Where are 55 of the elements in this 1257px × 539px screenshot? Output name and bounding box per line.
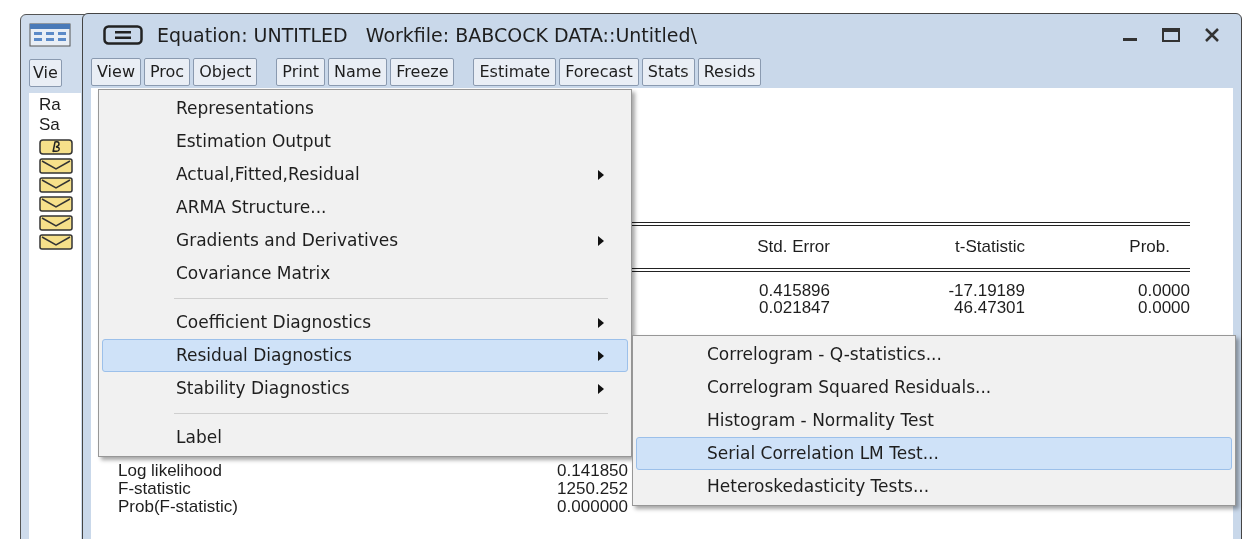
series-icon[interactable] xyxy=(39,196,73,212)
menu-item[interactable]: Estimation Output xyxy=(102,125,628,158)
toolbar-button[interactable]: Print xyxy=(276,58,326,86)
table-cell-text: 0.0000 xyxy=(1137,299,1190,316)
stat-label: Log likelihood xyxy=(118,462,222,480)
toolbar-button[interactable]: Object xyxy=(193,58,258,86)
toolbar-button[interactable]: View xyxy=(91,58,141,86)
menu-item[interactable]: Residual Diagnostics xyxy=(102,339,628,372)
toolbar-button[interactable]: Stats xyxy=(641,58,695,86)
menu-item[interactable]: Correlogram Squared Residuals... xyxy=(636,371,1232,404)
toolbar-button[interactable]: Vie xyxy=(29,59,62,87)
workfile-title: Workfile: BABCOCK DATA::Untitled\ xyxy=(365,22,697,48)
table-cell-text: -17.19189 xyxy=(947,282,1025,299)
menu-item[interactable]: Histogram - Normality Test xyxy=(636,404,1232,437)
stat-label: Prob(F-statistic) xyxy=(118,498,238,516)
menu-icon[interactable] xyxy=(103,25,143,45)
toolbar-button[interactable]: Estimate xyxy=(473,58,557,86)
toolbar-button[interactable]: Freeze xyxy=(390,58,455,86)
menu-item[interactable]: Covariance Matrix xyxy=(102,257,628,290)
window-title: Equation: UNTITLED xyxy=(157,22,348,48)
toolbar-button[interactable]: Forecast xyxy=(559,58,639,86)
maximize-icon[interactable] xyxy=(1161,26,1181,44)
series-icon[interactable] xyxy=(39,158,73,174)
series-icon[interactable] xyxy=(39,215,73,231)
column-header: Prob. xyxy=(1128,236,1171,259)
column-header: Std. Error xyxy=(756,236,830,259)
stat-value: 0.000000 xyxy=(557,498,628,516)
stat-label: F-statistic xyxy=(118,480,191,498)
table-cell-text: 46.47301 xyxy=(953,299,1025,316)
toolbar-button[interactable]: Proc xyxy=(143,58,191,86)
menu-item[interactable]: Representations xyxy=(102,92,628,125)
menu-item[interactable]: Label xyxy=(102,421,628,454)
menu-item[interactable]: Stability Diagnostics xyxy=(102,372,628,405)
table-cell-text: 0.021847 xyxy=(758,299,830,316)
menu-item[interactable]: Actual,Fitted,Residual xyxy=(102,158,628,191)
close-icon[interactable] xyxy=(1203,26,1221,44)
series-icon[interactable] xyxy=(39,234,73,250)
menu-item[interactable]: Correlogram - Q-statistics... xyxy=(636,338,1232,371)
menu-item[interactable]: ARMA Structure... xyxy=(102,191,628,224)
series-icon[interactable] xyxy=(39,177,73,193)
menu-item[interactable]: Heteroskedasticity Tests... xyxy=(636,470,1232,503)
menu-item[interactable]: Serial Correlation LM Test... xyxy=(636,437,1232,470)
sample-label: Sa xyxy=(39,115,61,135)
workfile-icon xyxy=(29,23,71,47)
menu-item[interactable]: Coefficient Diagnostics xyxy=(102,306,628,339)
toolbar-button[interactable]: Resids xyxy=(697,58,762,86)
table-cell-text: 0.415896 xyxy=(758,282,830,299)
stat-value: 1250.252 xyxy=(557,480,628,498)
sample-label: Ra xyxy=(39,95,62,115)
menu-item[interactable]: Gradients and Derivatives xyxy=(102,224,628,257)
column-header: t-Statistic xyxy=(954,236,1025,259)
coefficient-icon[interactable] xyxy=(39,139,73,155)
stat-value: 0.141850 xyxy=(557,462,628,480)
table-cell-text: 0.0000 xyxy=(1137,282,1190,299)
toolbar-button[interactable]: Name xyxy=(328,58,388,86)
